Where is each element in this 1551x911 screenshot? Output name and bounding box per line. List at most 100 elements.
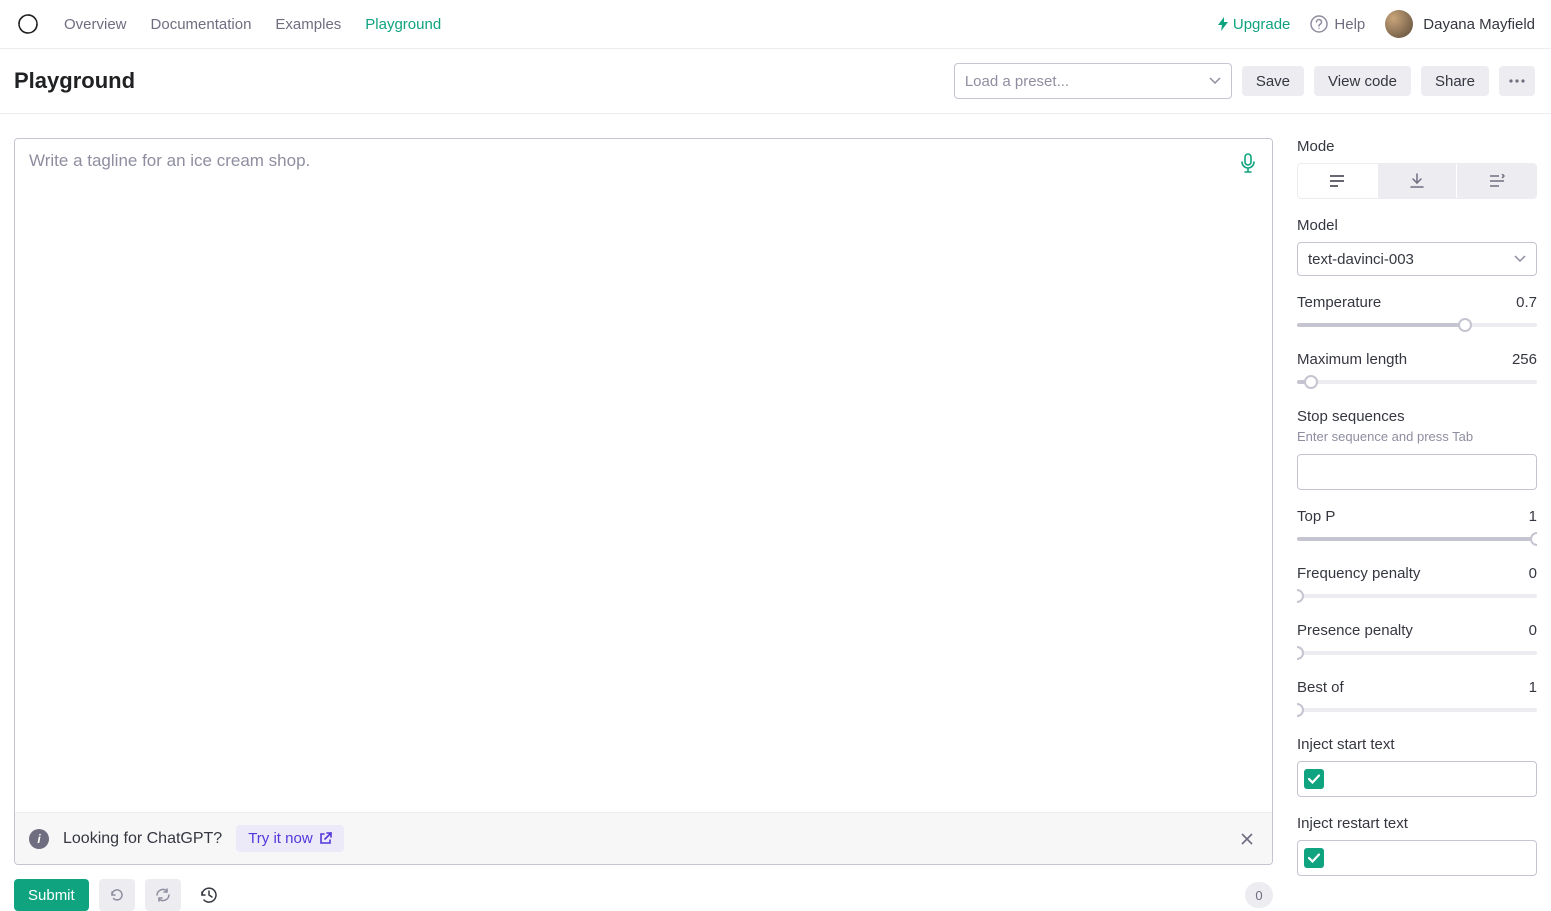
inject-restart-group: Inject restart text <box>1297 815 1537 876</box>
nav-link-documentation[interactable]: Documentation <box>151 16 252 33</box>
mode-edit-button[interactable] <box>1457 164 1536 198</box>
ellipsis-icon <box>1509 79 1525 83</box>
nav-link-playground[interactable]: Playground <box>365 16 441 33</box>
nav-links: Overview Documentation Examples Playgrou… <box>64 16 441 33</box>
frequency-penalty-value: 0 <box>1529 565 1537 582</box>
editor-footer: Submit 0 <box>14 865 1273 911</box>
temperature-group: Temperature 0.7 <box>1297 294 1537 333</box>
top-nav-right: Upgrade Help Dayana Mayfield <box>1217 10 1535 38</box>
best-of-group: Best of 1 <box>1297 679 1537 718</box>
chatgpt-banner: i Looking for ChatGPT? Try it now <box>15 812 1272 864</box>
presence-penalty-label: Presence penalty <box>1297 622 1413 639</box>
mode-insert-icon <box>1410 173 1424 189</box>
inject-start-checkbox[interactable] <box>1304 769 1324 789</box>
mic-button[interactable] <box>1234 149 1262 177</box>
max-length-value: 256 <box>1512 351 1537 368</box>
inject-restart-input[interactable] <box>1330 841 1530 875</box>
top-p-value: 1 <box>1529 508 1537 525</box>
preset-select[interactable]: Load a preset... <box>954 63 1232 99</box>
logo-icon[interactable] <box>16 12 40 36</box>
prompt-textarea[interactable] <box>15 139 1272 812</box>
editor-column: i Looking for ChatGPT? Try it now <box>14 138 1273 911</box>
nav-link-overview[interactable]: Overview <box>64 16 127 33</box>
token-count: 0 <box>1245 882 1273 908</box>
undo-icon <box>109 887 125 903</box>
inject-start-group: Inject start text <box>1297 736 1537 797</box>
max-length-label: Maximum length <box>1297 351 1407 368</box>
avatar <box>1385 10 1413 38</box>
nav-link-examples[interactable]: Examples <box>275 16 341 33</box>
mode-group: Mode <box>1297 138 1537 199</box>
max-length-group: Maximum length 256 <box>1297 351 1537 390</box>
preset-placeholder: Load a preset... <box>965 73 1069 90</box>
refresh-icon <box>155 887 171 903</box>
top-nav: Overview Documentation Examples Playgrou… <box>0 0 1551 49</box>
chevron-down-icon <box>1209 77 1221 85</box>
footer-left: Submit <box>14 879 227 911</box>
username: Dayana Mayfield <box>1423 16 1535 33</box>
chevron-down-icon <box>1514 255 1526 263</box>
temperature-value: 0.7 <box>1516 294 1537 311</box>
upgrade-label: Upgrade <box>1233 16 1291 33</box>
model-group: Model text-davinci-003 <box>1297 217 1537 276</box>
presence-penalty-group: Presence penalty 0 <box>1297 622 1537 661</box>
temperature-slider[interactable] <box>1297 317 1537 333</box>
submit-button[interactable]: Submit <box>14 879 89 911</box>
history-icon <box>200 886 218 904</box>
frequency-penalty-label: Frequency penalty <box>1297 565 1420 582</box>
inject-start-input[interactable] <box>1330 762 1530 796</box>
user-menu[interactable]: Dayana Mayfield <box>1385 10 1535 38</box>
stop-sequences-label: Stop sequences <box>1297 408 1537 425</box>
frequency-penalty-slider[interactable] <box>1297 588 1537 604</box>
best-of-value: 1 <box>1529 679 1537 696</box>
temperature-label: Temperature <box>1297 294 1381 311</box>
top-p-label: Top P <box>1297 508 1335 525</box>
inject-restart-label: Inject restart text <box>1297 815 1537 832</box>
try-it-now-link[interactable]: Try it now <box>236 825 343 852</box>
top-nav-left: Overview Documentation Examples Playgrou… <box>16 12 441 36</box>
sub-header-actions: Load a preset... Save View code Share <box>954 63 1535 99</box>
inject-restart-input-row <box>1297 840 1537 876</box>
presence-penalty-slider[interactable] <box>1297 645 1537 661</box>
max-length-slider[interactable] <box>1297 374 1537 390</box>
model-value: text-davinci-003 <box>1308 251 1414 268</box>
banner-close-button[interactable] <box>1236 828 1258 850</box>
mode-complete-icon <box>1329 174 1345 188</box>
history-button[interactable] <box>191 879 227 911</box>
banner-text: Looking for ChatGPT? <box>63 830 222 848</box>
banner-left: i Looking for ChatGPT? Try it now <box>29 825 344 852</box>
mode-complete-button[interactable] <box>1298 164 1378 198</box>
frequency-penalty-group: Frequency penalty 0 <box>1297 565 1537 604</box>
page-title: Playground <box>14 68 135 94</box>
best-of-label: Best of <box>1297 679 1344 696</box>
top-p-slider[interactable] <box>1297 531 1537 547</box>
lightning-icon <box>1217 17 1229 31</box>
mode-insert-button[interactable] <box>1378 164 1458 198</box>
try-it-now-label: Try it now <box>248 830 312 847</box>
inject-start-input-row <box>1297 761 1537 797</box>
inject-restart-checkbox[interactable] <box>1304 848 1324 868</box>
mode-edit-icon <box>1489 174 1505 188</box>
upgrade-link[interactable]: Upgrade <box>1217 16 1291 33</box>
help-label: Help <box>1334 16 1365 33</box>
model-select[interactable]: text-davinci-003 <box>1297 242 1537 276</box>
mode-toggle <box>1297 163 1537 199</box>
main: i Looking for ChatGPT? Try it now <box>0 114 1551 911</box>
view-code-button[interactable]: View code <box>1314 66 1411 96</box>
regenerate-button[interactable] <box>145 879 181 911</box>
external-link-icon <box>319 832 332 845</box>
help-link[interactable]: Help <box>1310 15 1365 33</box>
undo-button[interactable] <box>99 879 135 911</box>
save-button[interactable]: Save <box>1242 66 1304 96</box>
presence-penalty-value: 0 <box>1529 622 1537 639</box>
more-button[interactable] <box>1499 66 1535 96</box>
share-button[interactable]: Share <box>1421 66 1489 96</box>
editor-box: i Looking for ChatGPT? Try it now <box>14 138 1273 865</box>
stop-sequences-hint: Enter sequence and press Tab <box>1297 429 1537 444</box>
question-icon <box>1310 15 1328 33</box>
top-p-group: Top P 1 <box>1297 508 1537 547</box>
model-label: Model <box>1297 217 1537 234</box>
mode-label: Mode <box>1297 138 1537 155</box>
best-of-slider[interactable] <box>1297 702 1537 718</box>
stop-sequences-input[interactable] <box>1297 454 1537 490</box>
